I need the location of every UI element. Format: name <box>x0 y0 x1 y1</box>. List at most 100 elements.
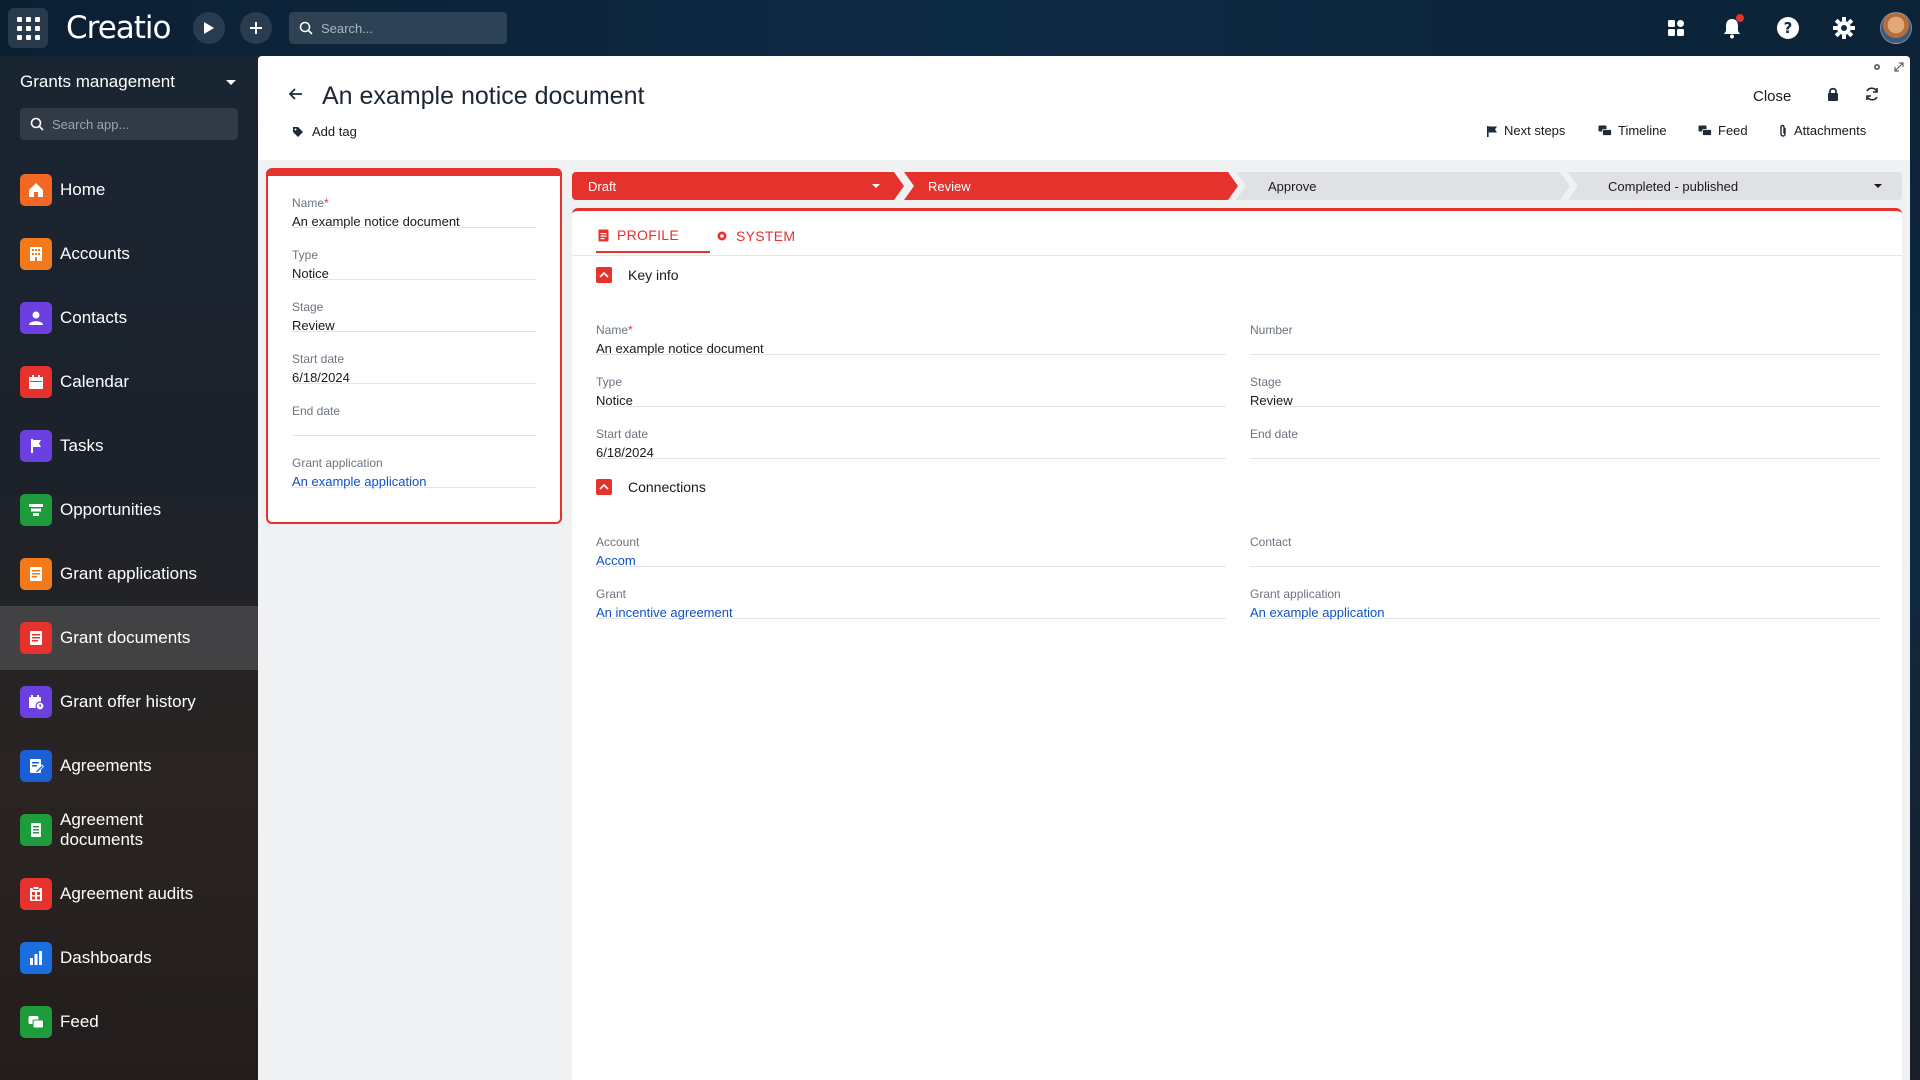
back-arrow-icon[interactable] <box>288 86 304 107</box>
chevron-down-icon[interactable] <box>872 184 880 188</box>
summary-field-end-date[interactable]: End date <box>292 384 536 436</box>
stage-approve[interactable]: Approve <box>1236 172 1570 200</box>
apps-grid-icon[interactable] <box>1662 14 1690 42</box>
field-value: Review <box>292 318 335 333</box>
chevron-down-icon[interactable] <box>226 80 236 85</box>
form-icon <box>20 558 52 590</box>
field-link[interactable]: An incentive agreement <box>596 605 733 620</box>
sidebar-item-accounts[interactable]: Accounts <box>0 222 258 286</box>
summary-field-name[interactable]: Name* An example notice document <box>292 176 536 229</box>
sidebar-item-agreements[interactable]: Agreements <box>0 734 258 798</box>
sidebar-item-tasks[interactable]: Tasks <box>0 414 258 478</box>
sidebar-item-contacts[interactable]: Contacts <box>0 286 258 350</box>
sidebar-item-label: Accounts <box>60 244 130 263</box>
tag-icon <box>293 126 303 137</box>
run-process-button[interactable] <box>193 12 225 44</box>
sidebar-item-home[interactable]: Home <box>0 158 258 222</box>
sidebar-item-agreement-audits[interactable]: Agreement audits <box>0 862 258 926</box>
creatio-logo: Creatio <box>66 10 172 46</box>
field-link[interactable]: An example application <box>1250 605 1384 620</box>
sidebar-item-label: Contacts <box>60 308 128 327</box>
feed-label: Feed <box>1718 123 1748 138</box>
app-search-input[interactable] <box>52 116 222 132</box>
sidebar-item-label: Grant applications <box>60 564 198 583</box>
field-grant[interactable]: Grant An incentive agreement <box>596 567 1226 620</box>
collapse-icon[interactable] <box>596 267 612 283</box>
sidebar-item-opportunities[interactable]: Opportunities <box>0 478 258 542</box>
field-account[interactable]: Account Accom <box>596 515 1226 568</box>
chat-icon <box>20 1006 52 1038</box>
timeline-button[interactable]: Timeline <box>1598 123 1667 138</box>
attachments-button[interactable]: Attachments <box>1778 123 1866 138</box>
required-marker: * <box>324 196 329 210</box>
stage-review[interactable]: Review <box>904 172 1238 200</box>
sidebar-item-feed[interactable]: Feed <box>0 990 258 1054</box>
lock-icon[interactable] <box>1826 86 1840 105</box>
field-type[interactable]: Type Notice <box>596 355 1226 408</box>
sidebar-item-grant-documents[interactable]: Grant documents <box>0 606 258 670</box>
field-value: Notice <box>596 393 633 408</box>
sidebar-item-calendar[interactable]: Calendar <box>0 350 258 414</box>
feed-button[interactable]: Feed <box>1698 123 1748 138</box>
section-title: Connections <box>628 479 706 495</box>
global-search-input[interactable] <box>321 20 491 36</box>
next-steps-button[interactable]: Next steps <box>1486 123 1565 138</box>
create-new-button[interactable] <box>240 12 272 44</box>
sidebar-item-agreement-documents[interactable]: Agreement documents <box>0 798 258 862</box>
close-button[interactable]: Close <box>1753 88 1791 105</box>
flag-icon <box>1487 125 1497 137</box>
summary-field-grant-application[interactable]: Grant application An example application <box>292 436 536 489</box>
sidebar-item-label: Opportunities <box>60 500 162 519</box>
sidebar-item-grant-offer-history[interactable]: Grant offer history <box>0 670 258 734</box>
page-title: An example notice document <box>322 82 645 110</box>
app-launcher-icon[interactable] <box>8 8 48 48</box>
calendar-icon <box>20 366 52 398</box>
avatar[interactable] <box>1880 12 1912 44</box>
record-header: An example notice document Add tag Close… <box>258 56 1910 160</box>
help-icon[interactable]: ? <box>1774 14 1802 42</box>
timeline-label: Timeline <box>1618 123 1667 138</box>
expand-icon[interactable] <box>1894 62 1904 75</box>
field-number[interactable]: Number <box>1250 303 1880 355</box>
collapse-icon[interactable] <box>596 479 612 495</box>
field-contact[interactable]: Contact <box>1250 515 1880 567</box>
tab-profile[interactable]: PROFILE <box>596 219 710 253</box>
field-value: Notice <box>292 266 329 281</box>
stage-draft[interactable]: Draft <box>572 172 904 200</box>
section-key-info[interactable]: Key info <box>596 267 679 283</box>
edit-document-icon <box>20 750 52 782</box>
field-label: Number <box>1250 323 1293 337</box>
settings-small-icon[interactable] <box>1872 62 1882 75</box>
add-tag-button[interactable]: Add tag <box>292 124 357 139</box>
summary-field-type[interactable]: Type Notice <box>292 228 536 281</box>
field-end-date[interactable]: End date <box>1250 407 1880 459</box>
field-name[interactable]: Name* An example notice document <box>596 303 1226 356</box>
sidebar-item-label: Grant offer history <box>60 692 196 711</box>
search-icon <box>30 117 44 131</box>
gear-icon[interactable] <box>1830 14 1858 42</box>
app-search[interactable] <box>20 108 238 140</box>
building-icon <box>20 238 52 270</box>
summary-field-start-date[interactable]: Start date 6/18/2024 <box>292 332 536 385</box>
required-marker: * <box>628 323 633 337</box>
chevron-down-icon[interactable] <box>1874 184 1882 188</box>
field-stage[interactable]: Stage Review <box>1250 355 1880 408</box>
tab-label: PROFILE <box>617 227 680 243</box>
bell-icon[interactable] <box>1718 14 1746 42</box>
tab-system[interactable]: SYSTEM <box>716 219 808 253</box>
workspace-title[interactable]: Grants management <box>20 72 175 92</box>
summary-field-stage[interactable]: Stage Review <box>292 280 536 333</box>
sidebar-item-dashboards[interactable]: Dashboards <box>0 926 258 990</box>
stage-completed-published[interactable]: Completed - published <box>1568 172 1902 200</box>
field-link[interactable]: Accom <box>596 553 636 568</box>
field-start-date[interactable]: Start date 6/18/2024 <box>596 407 1226 460</box>
sidebar-item-grant-applications[interactable]: Grant applications <box>0 542 258 606</box>
field-label: Start date <box>596 427 649 441</box>
field-link[interactable]: An example application <box>292 474 426 489</box>
field-grant-application[interactable]: Grant application An example application <box>1250 567 1880 620</box>
bar-chart-icon <box>20 942 52 974</box>
document-icon <box>20 814 52 846</box>
global-search[interactable] <box>289 12 507 44</box>
refresh-icon[interactable] <box>1864 86 1880 105</box>
section-connections[interactable]: Connections <box>596 479 706 495</box>
